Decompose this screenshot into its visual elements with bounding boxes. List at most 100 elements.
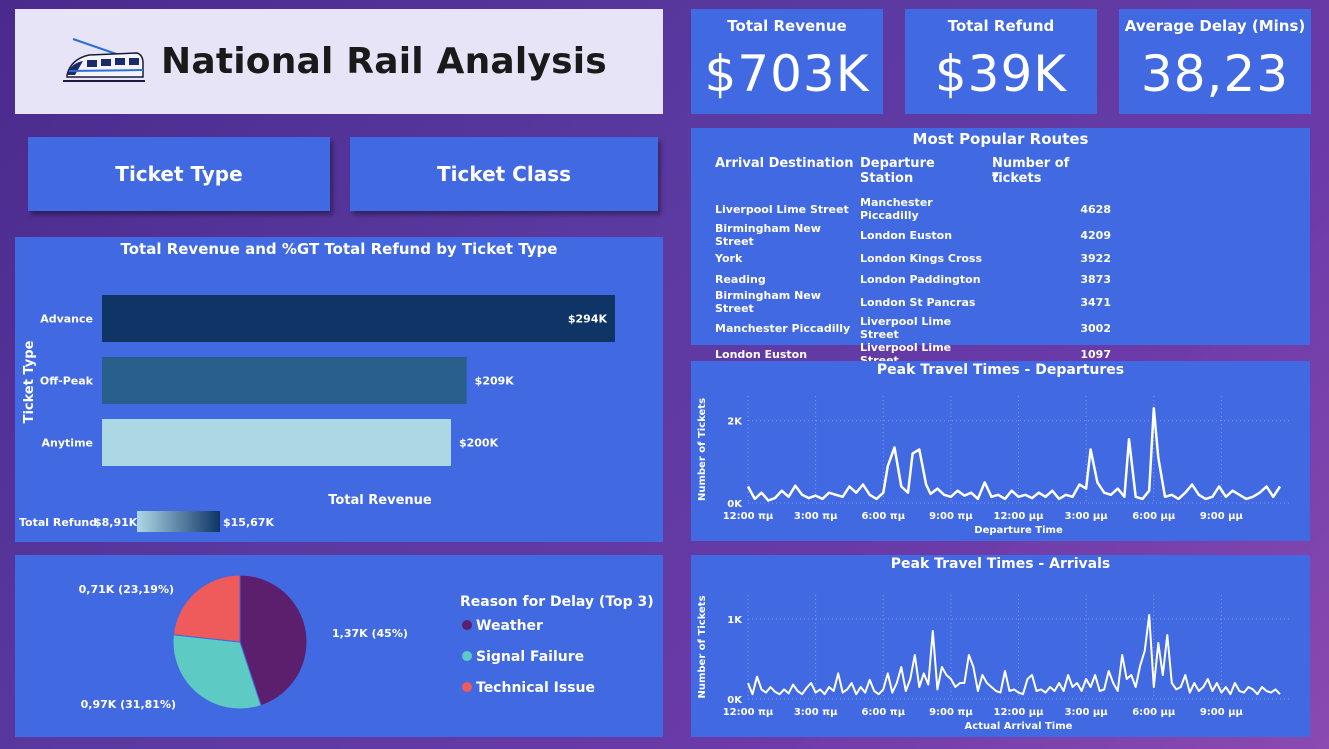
cell-departure: London Euston [860, 228, 953, 242]
cell-departure: Manchester Piccadilly [860, 196, 933, 222]
sort-descending-icon: ▼ [992, 171, 999, 181]
series-line [747, 614, 1281, 696]
cell-arrival: Liverpool Lime Street [715, 202, 849, 216]
x-tick-label: 3:00 πμ [794, 511, 838, 522]
legend-marker [462, 651, 472, 661]
x-tick-label: 9:00 μμ [1200, 511, 1244, 522]
page-title: National Rail Analysis [161, 41, 607, 82]
color-legend-title: Total Refund [19, 516, 97, 529]
bar-chart-svg: Ticket Type Total Revenue Total Refund $… [19, 295, 615, 532]
color-legend-max: $15,67K [223, 516, 274, 529]
pie-chart-svg: Reason for Delay (Top 3) 1,37K (45%) Weat… [79, 574, 654, 711]
bar-anytime [102, 419, 451, 466]
cell-departure: London St Pancras [860, 295, 976, 309]
x-tick-label: 9:00 πμ [929, 707, 973, 718]
departures-svg: 12:00 πμ 3:00 πμ 6:00 πμ 9:00 πμ 12:00 μμ 3:0… [697, 396, 1289, 536]
x-tick-label: 12:00 μμ [993, 511, 1044, 522]
delay-reason-pie-chart: Reason for Delay (Top 3) 1,37K (45%) Weat… [15, 555, 663, 737]
y-tick-label: 0K [727, 499, 743, 510]
table-row[interactable]: Birmingham New Street London St Pancras 34… [715, 289, 1115, 315]
cell-arrival: Reading [715, 272, 766, 286]
kpi-total-refund: Total Refund $39K [905, 9, 1097, 114]
table-row[interactable]: Liverpool Lime Street Manchester Piccadil… [715, 196, 1115, 222]
column-header-tickets[interactable]: Number of tickets ▼ [992, 156, 1115, 196]
x-tick-label: 3:00 πμ [794, 707, 838, 718]
legend-marker [462, 620, 472, 630]
data-label: $200K [459, 437, 499, 450]
cell-tickets: 3873 [1080, 272, 1111, 286]
arrivals-svg: 12:00 πμ 3:00 πμ 6:00 πμ 9:00 πμ 12:00 μμ 3:0… [697, 595, 1289, 732]
x-tick-label: 6:00 μμ [1132, 511, 1176, 522]
slice-data-label: 1,37K (45%) [332, 627, 408, 640]
data-label: $294K [568, 313, 608, 326]
legend-item-label: Weather [476, 618, 543, 634]
data-label: $209K [475, 375, 515, 388]
kpi-label: Total Refund [947, 17, 1055, 35]
ticket-type-button[interactable]: Ticket Type [28, 137, 330, 211]
category-label: Off-Peak [40, 375, 94, 388]
slice-data-label: 0,71K (23,19%) [79, 583, 174, 596]
kpi-value: $703K [704, 45, 870, 103]
cell-arrival: York [715, 251, 743, 265]
kpi-value: 38,23 [1140, 45, 1290, 103]
bar-advance [102, 295, 615, 342]
legend-item-label: Signal Failure [476, 649, 584, 665]
x-tick-label: 3:00 μμ [1065, 707, 1109, 718]
x-tick-label: 12:00 μμ [993, 707, 1044, 718]
table-row[interactable]: Manchester Piccadilly Liverpool Lime Stre… [715, 315, 1115, 341]
routes-title: Most Popular Routes [912, 130, 1089, 148]
kpi-label: Average Delay (Mins) [1124, 17, 1306, 35]
color-legend-gradient [137, 511, 220, 532]
table-row[interactable]: York London Kings Cross 3922 [715, 248, 1115, 269]
y-axis-title: Ticket Type [22, 340, 37, 423]
series-line [746, 407, 1282, 502]
x-tick-label: 6:00 πμ [861, 511, 905, 522]
y-tick-label: 0K [727, 695, 743, 706]
x-axis-title: Actual Arrival Time [965, 721, 1073, 732]
legend-title: Reason for Delay (Top 3) [460, 594, 654, 610]
cell-tickets: 3922 [1080, 251, 1111, 265]
bar-off-peak [102, 357, 467, 404]
x-tick-label: 9:00 πμ [929, 511, 973, 522]
legend-marker [462, 682, 472, 692]
x-axis-title: Total Revenue [328, 493, 432, 508]
departures-line-chart: Peak Travel Times - Departures 12:00 πμ 3… [691, 361, 1310, 541]
cell-tickets: 3471 [1080, 295, 1111, 309]
ticket-class-button[interactable]: Ticket Class [350, 137, 658, 211]
revenue-by-ticket-type-chart: Total Revenue and %GT Total Refund by Ti… [15, 237, 663, 542]
legend-item-label: Technical Issue [476, 680, 595, 696]
kpi-value: $39K [934, 45, 1068, 103]
cell-tickets: 3002 [1080, 321, 1111, 335]
y-tick-label: 2K [727, 417, 743, 428]
cell-arrival: Birmingham New Street [715, 289, 821, 316]
y-axis-title: Number of Tickets [697, 398, 708, 501]
kpi-label: Total Revenue [727, 17, 847, 35]
slice-data-label: 0,97K (31,81%) [81, 698, 176, 711]
x-tick-label: 3:00 μμ [1065, 511, 1109, 522]
arrivals-line-chart: Peak Travel Times - Arrivals 12:00 πμ 3:0… [691, 555, 1310, 737]
x-tick-label: 6:00 μμ [1132, 707, 1176, 718]
kpi-total-revenue: Total Revenue $703K [691, 9, 883, 114]
routes-grid: Arrival Destination Departure Station Nu… [715, 156, 1115, 367]
train-icon [63, 37, 145, 82]
title-panel: National Rail Analysis [15, 9, 663, 114]
cell-departure: London Paddington [860, 272, 981, 286]
table-row[interactable]: Birmingham New Street London Euston 4209 [715, 222, 1115, 248]
column-header-tickets-label: Number of tickets [992, 156, 1070, 186]
color-legend-min: $8,91K [94, 516, 138, 529]
column-header-departure[interactable]: Departure Station [860, 156, 992, 196]
cell-tickets: 4628 [1080, 202, 1111, 216]
cell-arrival: Birmingham New Street [715, 222, 821, 248]
column-header-arrival[interactable]: Arrival Destination [715, 156, 860, 196]
pie-slice-technical-issue [172, 574, 241, 643]
cell-departure: Liverpool Lime Street [860, 315, 952, 342]
category-label: Advance [40, 313, 93, 326]
category-label: Anytime [42, 437, 93, 450]
kpi-average-delay: Average Delay (Mins) 38,23 [1119, 9, 1311, 114]
cell-departure: London Kings Cross [860, 251, 983, 265]
cell-arrival: Manchester Piccadilly [715, 321, 851, 335]
x-tick-label: 9:00 μμ [1200, 707, 1244, 718]
x-tick-label: 12:00 πμ [723, 707, 774, 718]
table-row[interactable]: Reading London Paddington 3873 [715, 269, 1115, 290]
x-tick-label: 6:00 πμ [861, 707, 905, 718]
